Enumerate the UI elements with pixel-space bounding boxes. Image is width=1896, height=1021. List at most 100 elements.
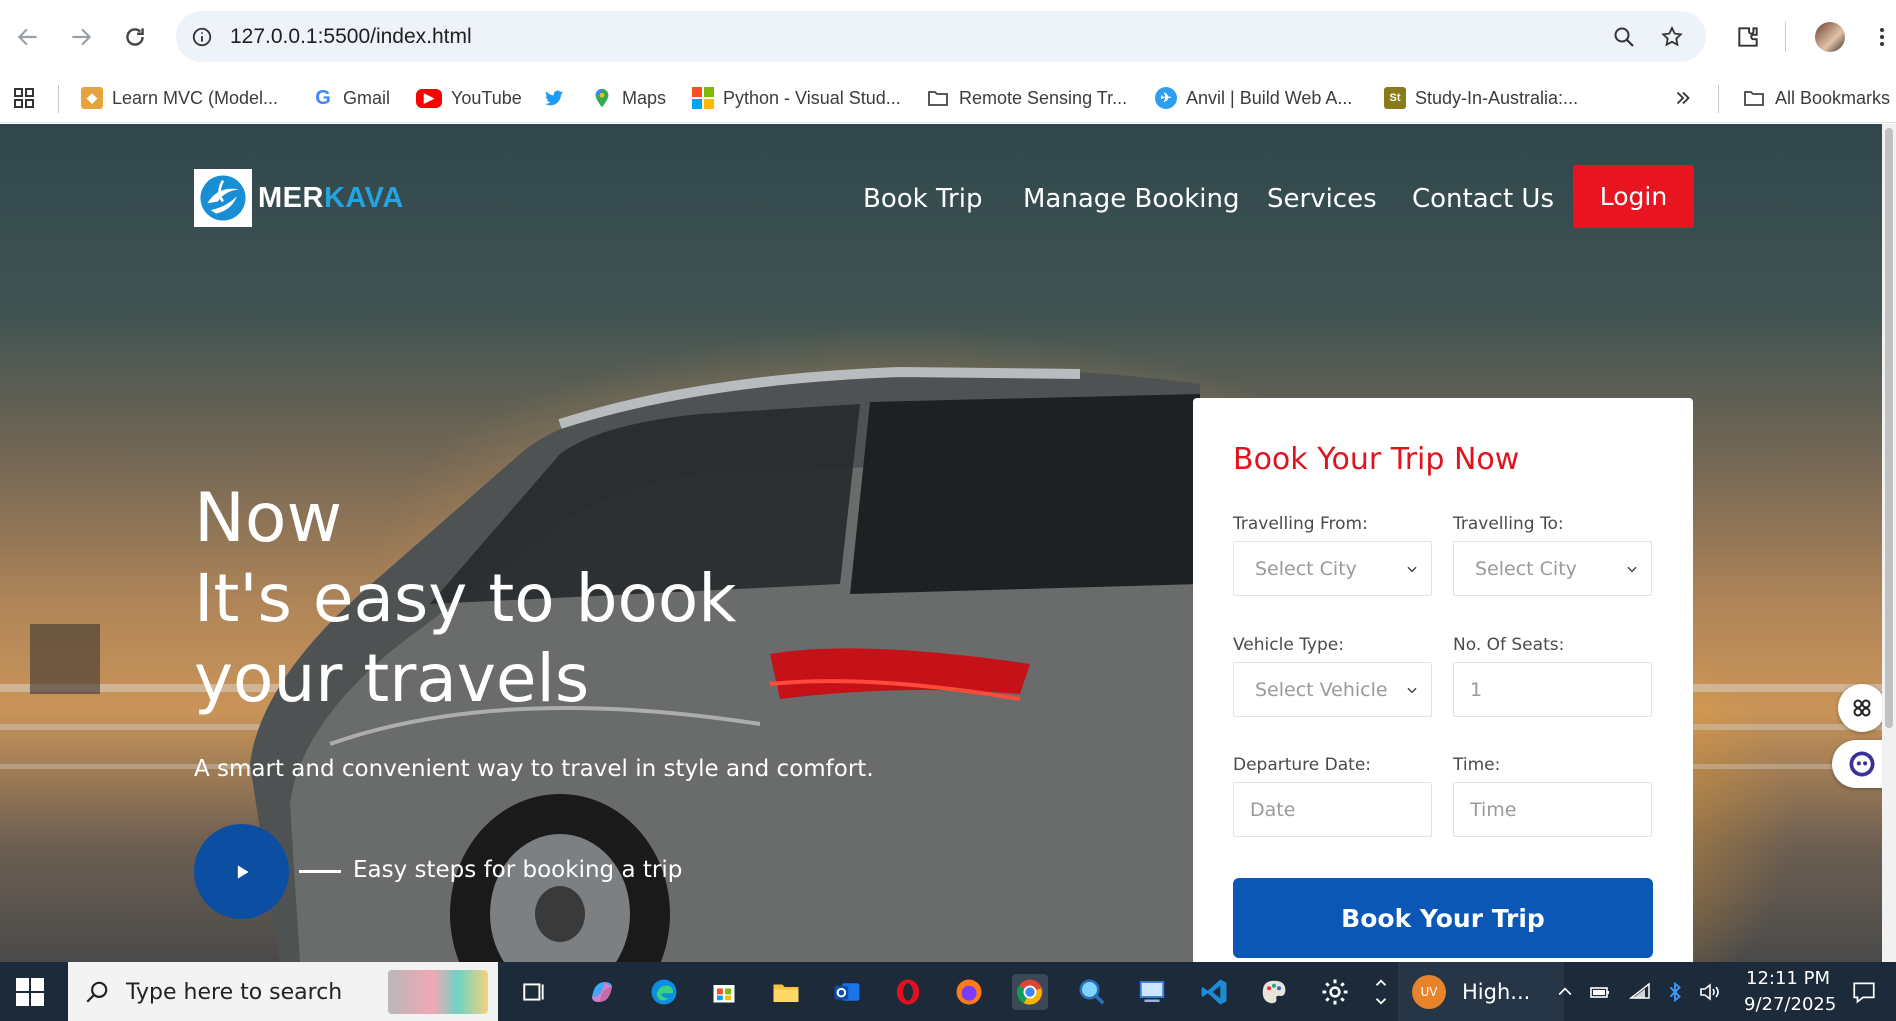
task-view-icon[interactable] bbox=[516, 974, 552, 1010]
arrow-left-icon bbox=[17, 28, 37, 46]
logo-part-1: MER bbox=[258, 181, 324, 214]
google-icon: G bbox=[315, 86, 331, 109]
login-button[interactable]: Login bbox=[1573, 165, 1694, 228]
logo-part-2: KAVA bbox=[323, 181, 404, 214]
quick-actions-widget[interactable] bbox=[1838, 684, 1886, 732]
weather-widget[interactable]: UV High... bbox=[1398, 962, 1564, 1021]
bookmarks-bar: ◆ Learn MVC (Model... G Gmail ▶ YouTube … bbox=[0, 73, 1896, 123]
to-label: Travelling To: bbox=[1453, 514, 1564, 534]
vehicle-type-value: Select Vehicle bbox=[1255, 678, 1388, 701]
twitter-icon bbox=[544, 90, 564, 106]
nav-contact-us[interactable]: Contact Us bbox=[1412, 184, 1554, 214]
vehicle-label: Vehicle Type: bbox=[1233, 635, 1344, 655]
url-text[interactable]: 127.0.0.1:5500/index.html bbox=[230, 25, 472, 49]
from-city-value: Select City bbox=[1255, 557, 1357, 580]
chevron-down-icon bbox=[1627, 566, 1637, 573]
apps-grid-icon[interactable] bbox=[12, 85, 36, 111]
chrome-icon[interactable] bbox=[1012, 974, 1048, 1010]
play-video-button[interactable] bbox=[194, 824, 289, 919]
forward-button[interactable] bbox=[64, 20, 98, 54]
all-bookmarks-label: All Bookmarks bbox=[1775, 87, 1891, 108]
bookmark-youtube[interactable]: ▶ YouTube bbox=[416, 85, 522, 111]
windows-taskbar: Type here to search UV High... 12:11 PM … bbox=[0, 962, 1896, 1021]
bookmark-label: Anvil | Build Web A... bbox=[1186, 87, 1353, 108]
bookmark-learn-mvc[interactable]: ◆ Learn MVC (Model... bbox=[81, 85, 278, 111]
from-city-select[interactable]: Select City bbox=[1233, 541, 1432, 596]
address-bar[interactable]: 127.0.0.1:5500/index.html bbox=[176, 11, 1706, 62]
seats-input[interactable]: 1 bbox=[1453, 662, 1652, 717]
remote-desktop-icon[interactable] bbox=[1134, 974, 1170, 1010]
bookmark-twitter[interactable] bbox=[543, 85, 565, 111]
volume-icon[interactable] bbox=[1696, 974, 1724, 1010]
paint-icon[interactable] bbox=[1256, 974, 1292, 1010]
avatar bbox=[1815, 22, 1845, 52]
edge-icon[interactable] bbox=[646, 974, 682, 1010]
bookmark-python-vs[interactable]: Python - Visual Stud... bbox=[692, 85, 901, 111]
vscode-icon[interactable] bbox=[1196, 974, 1232, 1010]
system-clock[interactable]: 12:11 PM 9/27/2025 bbox=[1738, 966, 1838, 1018]
bookmark-anvil[interactable]: ✈ Anvil | Build Web A... bbox=[1155, 85, 1352, 111]
page-scrollbar[interactable] bbox=[1882, 124, 1896, 962]
reload-button[interactable] bbox=[118, 20, 152, 54]
folder-icon bbox=[928, 91, 948, 106]
anvil-icon: ✈ bbox=[1155, 87, 1177, 109]
study-icon: St bbox=[1384, 87, 1406, 109]
windows-start-icon[interactable] bbox=[14, 976, 46, 1008]
bookmark-label: Learn MVC (Model... bbox=[112, 87, 279, 108]
taskbar-search-box[interactable]: Type here to search bbox=[68, 962, 498, 1021]
nav-book-trip[interactable]: Book Trip bbox=[863, 184, 982, 214]
assistant-face-icon bbox=[1849, 751, 1875, 777]
notifications-icon[interactable] bbox=[1846, 974, 1882, 1010]
search-highlight-image bbox=[388, 970, 488, 1014]
logo-wordmark: MERKAVA bbox=[258, 182, 404, 215]
profile-avatar[interactable] bbox=[1813, 20, 1847, 54]
bookmark-star-icon[interactable] bbox=[1658, 23, 1686, 51]
book-your-trip-button[interactable]: Book Your Trip bbox=[1233, 878, 1653, 958]
bookmark-remote-sensing[interactable]: Remote Sensing Tr... bbox=[926, 85, 1127, 111]
merkava-logo-icon bbox=[194, 169, 252, 227]
opera-icon[interactable] bbox=[890, 974, 926, 1010]
site-logo[interactable]: MERKAVA bbox=[194, 169, 404, 227]
file-explorer-icon[interactable] bbox=[768, 974, 804, 1010]
microsoft-icon bbox=[692, 87, 714, 109]
steps-label: Easy steps for booking a trip bbox=[353, 857, 683, 883]
microsoft-store-icon[interactable] bbox=[706, 974, 742, 1010]
vehicle-type-select[interactable]: Select Vehicle bbox=[1233, 662, 1432, 717]
site-info-icon[interactable] bbox=[188, 23, 216, 51]
chevron-down-icon bbox=[1407, 566, 1417, 573]
mvc-icon: ◆ bbox=[81, 87, 103, 109]
wifi-icon[interactable] bbox=[1626, 974, 1654, 1010]
bookmark-gmail[interactable]: G Gmail bbox=[312, 85, 390, 111]
to-city-value: Select City bbox=[1475, 557, 1577, 580]
hero-subtitle: A smart and convenient way to travel in … bbox=[194, 756, 874, 782]
show-hidden-icons-chevron-icon[interactable] bbox=[1552, 974, 1578, 1010]
departure-date-input[interactable]: Date bbox=[1233, 782, 1432, 837]
bluetooth-icon[interactable] bbox=[1662, 974, 1688, 1010]
taskbar-scroll-arrows-icon[interactable] bbox=[1372, 974, 1390, 1010]
to-city-select[interactable]: Select City bbox=[1453, 541, 1652, 596]
time-input[interactable]: Time bbox=[1453, 782, 1652, 837]
clock-date: 9/27/2025 bbox=[1744, 994, 1837, 1015]
more-bookmarks-chevron-icon[interactable] bbox=[1672, 85, 1694, 111]
settings-gear-icon[interactable] bbox=[1317, 974, 1353, 1010]
uv-badge-icon: UV bbox=[1412, 975, 1446, 1009]
firefox-icon[interactable] bbox=[951, 974, 987, 1010]
menu-kebab-icon[interactable] bbox=[1865, 20, 1896, 54]
reload-icon bbox=[126, 28, 144, 46]
battery-icon[interactable] bbox=[1586, 974, 1614, 1010]
maps-icon bbox=[595, 88, 609, 108]
nav-services[interactable]: Services bbox=[1267, 184, 1377, 214]
bookmark-study-australia[interactable]: St Study-In-Australia:... bbox=[1384, 85, 1578, 111]
outlook-icon[interactable] bbox=[829, 974, 865, 1010]
nav-manage-booking[interactable]: Manage Booking bbox=[1023, 184, 1239, 214]
bookmark-maps[interactable]: Maps bbox=[591, 85, 666, 111]
zoom-icon[interactable] bbox=[1610, 23, 1638, 51]
all-bookmarks[interactable]: All Bookmarks bbox=[1742, 85, 1890, 111]
departure-date-label: Departure Date: bbox=[1233, 755, 1372, 775]
back-button[interactable] bbox=[11, 20, 45, 54]
magnifier-app-icon[interactable] bbox=[1074, 974, 1110, 1010]
extensions-icon[interactable] bbox=[1731, 20, 1765, 54]
steps-divider bbox=[299, 870, 341, 873]
folder-icon bbox=[1744, 91, 1764, 106]
copilot-icon[interactable] bbox=[584, 974, 620, 1010]
